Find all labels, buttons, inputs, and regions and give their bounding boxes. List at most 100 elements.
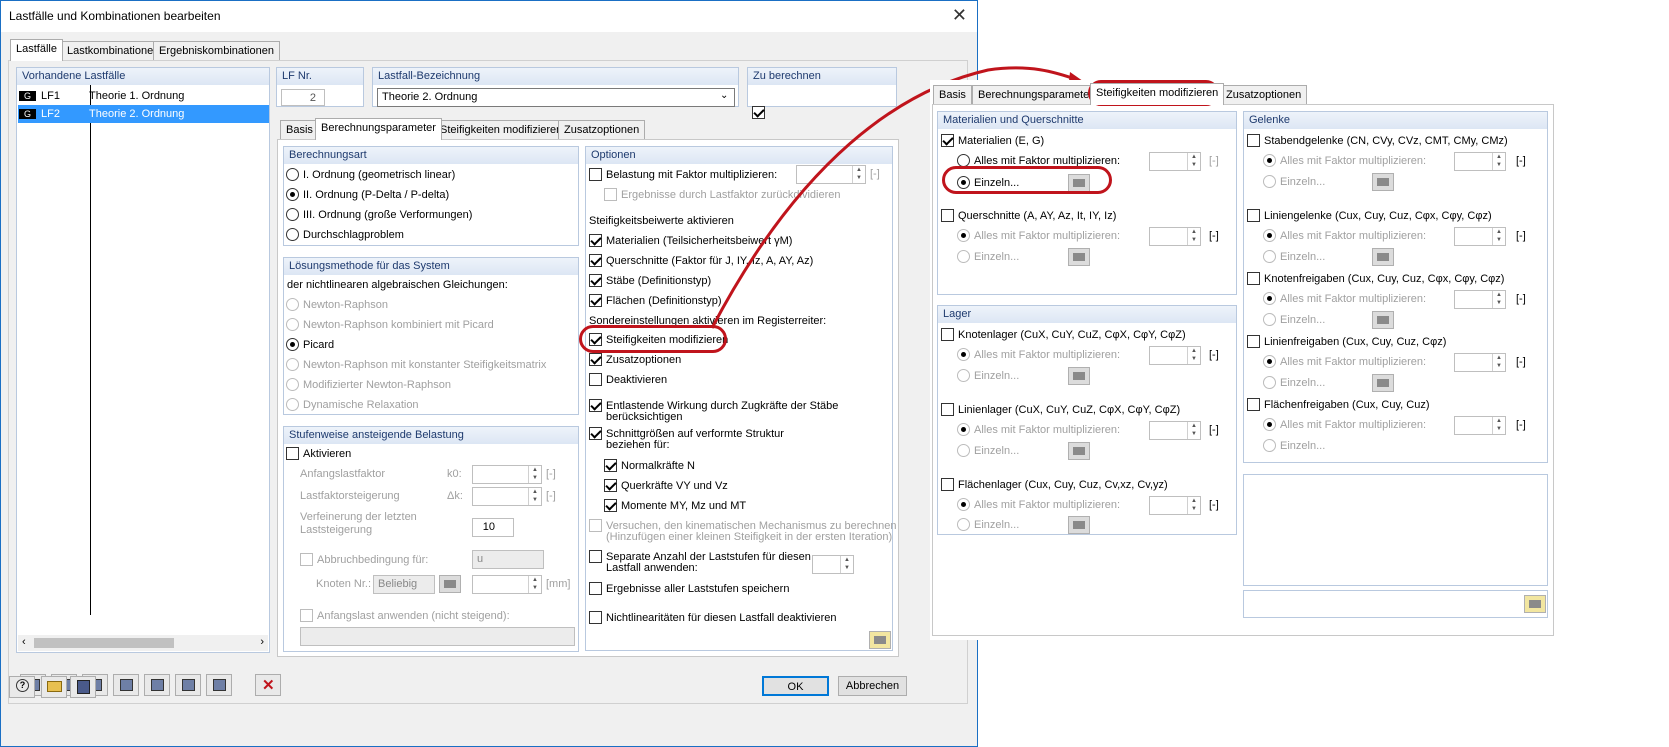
radio-button[interactable] (1263, 175, 1276, 188)
settings-button[interactable] (206, 674, 232, 696)
quer-checkbox[interactable]: Querkräfte VY und Vz (604, 479, 728, 492)
momente-checkbox[interactable]: Momente MY, Mz und MT (604, 499, 746, 512)
radio-ordnung-1[interactable]: I. Ordnung (geometrisch linear) (286, 168, 455, 181)
checkbox[interactable] (300, 553, 313, 566)
spinner-arrows-icon[interactable]: ▲ ▼ (1492, 354, 1505, 371)
radio-newton[interactable]: Newton-Raphson (286, 298, 388, 311)
save-button[interactable] (70, 676, 96, 698)
mq-qs-spinner[interactable]: ▲ ▼ (1149, 227, 1201, 246)
steig-spinner[interactable]: ▲ ▼ (472, 487, 542, 506)
mq-qs-checkbox[interactable]: Querschnitte (A, AY, Az, It, IY, Iz) (941, 209, 1116, 222)
flaechenfreigaben-einzeln-radio[interactable]: Einzeln... (1263, 439, 1325, 452)
checkbox[interactable] (604, 479, 617, 492)
knotenlager-alles-radio[interactable]: Alles mit Faktor multiplizieren: (957, 348, 1120, 361)
list-item[interactable]: G LF1 Theorie 1. Ordnung (18, 87, 268, 105)
mq-qs-alles-radio[interactable]: Alles mit Faktor multiplizieren: (957, 229, 1120, 242)
flaechenfreigaben-spinner[interactable]: ▲ ▼ (1454, 416, 1506, 435)
radio-mod-newton[interactable]: Modifizierter Newton-Raphson (286, 378, 451, 391)
checkbox[interactable] (941, 328, 954, 341)
mq-alles-spinner[interactable]: ▲ ▼ (1149, 152, 1201, 171)
spinner-arrows-icon[interactable]: ▲ ▼ (1187, 228, 1200, 245)
h-scrollbar[interactable]: ‹ › (18, 635, 268, 651)
knotenlager-spinner[interactable]: ▲ ▼ (1149, 346, 1201, 365)
anfangslast-combo[interactable] (300, 627, 575, 646)
abbruch-combo[interactable]: u (472, 550, 544, 569)
tab-lastfaelle[interactable]: Lastfälle (10, 39, 63, 61)
right-tab-berechnungsparameter[interactable]: Berechnungsparameter (972, 85, 1099, 104)
radio-button[interactable] (957, 498, 970, 511)
radio-button[interactable] (286, 318, 299, 331)
radio-button[interactable] (1263, 292, 1276, 305)
knotenlager-checkbox[interactable]: Knotenlager (CuX, CuY, CuZ, CφX, CφY, Cφ… (941, 328, 1186, 341)
right-details-button[interactable] (1524, 595, 1546, 613)
checkbox[interactable] (589, 611, 602, 624)
spinner-arrows-icon[interactable]: ▲ ▼ (1187, 497, 1200, 514)
radio-button[interactable] (1263, 418, 1276, 431)
mq-mat-checkbox[interactable]: Materialien (E, G) (941, 134, 1044, 147)
knotenlager-einzeln-radio[interactable]: Einzeln... (957, 369, 1019, 382)
checkbox[interactable] (941, 209, 954, 222)
tab-ergebniskombinationen[interactable]: Ergebniskombinationen (153, 41, 280, 60)
knoten-spinner[interactable]: ▲ ▼ (472, 575, 542, 594)
knotenfreigaben-checkbox[interactable]: Knotenfreigaben (Cux, Cuy, Cuz, Cφx, Cφy… (1247, 272, 1504, 285)
liniengelenke-checkbox[interactable]: Liniengelenke (Cux, Cuy, Cuz, Cφx, Cφy, … (1247, 209, 1492, 222)
mq-qs-einzeln-button[interactable] (1068, 248, 1090, 266)
radio-ordnung-2[interactable]: II. Ordnung (P-Delta / P-delta) (286, 188, 449, 201)
spinner-arrows-icon[interactable]: ▲ ▼ (1492, 417, 1505, 434)
spinner-arrows-icon[interactable]: ▲ ▼ (528, 576, 541, 593)
knotenfreigaben-einzeln-radio[interactable]: Einzeln... (1263, 313, 1325, 326)
knotenfreigaben-alles-radio[interactable]: Alles mit Faktor multiplizieren: (1263, 292, 1426, 305)
scroll-left-icon[interactable]: ‹ (22, 636, 26, 648)
uncheck-button[interactable] (175, 674, 201, 696)
checkbox[interactable] (300, 609, 313, 622)
anfang-spinner[interactable]: ▲ ▼ (472, 465, 542, 484)
list-item-selected[interactable]: G LF2 Theorie 2. Ordnung (18, 105, 269, 123)
erg-all-checkbox[interactable]: Ergebnisse aller Laststufen speichern (589, 582, 789, 595)
tab-basis[interactable]: Basis (280, 120, 319, 139)
abbruch-checkbox[interactable]: Abbruchbedingung für: (300, 553, 428, 566)
flaechenlager-alles-radio[interactable]: Alles mit Faktor multiplizieren: (957, 498, 1120, 511)
help-button[interactable]: ? (9, 676, 35, 698)
radio-button[interactable] (957, 369, 970, 382)
linienfreigaben-einzeln-button[interactable] (1372, 374, 1394, 392)
checkbox[interactable] (589, 373, 602, 386)
liniengelenke-alles-radio[interactable]: Alles mit Faktor multiplizieren: (1263, 229, 1426, 242)
radio-button[interactable] (1263, 154, 1276, 167)
radio-button[interactable] (286, 168, 299, 181)
checkbox[interactable] (589, 519, 602, 532)
radio-button[interactable] (1263, 250, 1276, 263)
radio-button[interactable] (1263, 439, 1276, 452)
flaechenlager-einzeln-radio[interactable]: Einzeln... (957, 518, 1019, 531)
liniengelenke-einzeln-button[interactable] (1372, 248, 1394, 266)
radio-dyn-relax[interactable]: Dynamische Relaxation (286, 398, 419, 411)
liniengelenke-einzeln-radio[interactable]: Einzeln... (1263, 250, 1325, 263)
radio-button[interactable] (957, 229, 970, 242)
stab-checkbox[interactable]: Stabendgelenke (CN, CVy, CVz, CMT, CMy, … (1247, 134, 1508, 147)
radio-newton-picard[interactable]: Newton-Raphson kombiniert mit Picard (286, 318, 494, 331)
stab-einzeln-radio[interactable]: Einzeln... (1263, 175, 1325, 188)
scroll-thumb[interactable] (34, 638, 174, 648)
sep-spinner[interactable]: ▲ ▼ (812, 555, 854, 574)
radio-button[interactable] (957, 444, 970, 457)
checkbox[interactable] (1247, 209, 1260, 222)
generate-button[interactable] (113, 674, 139, 696)
spinner-arrows-icon[interactable]: ▲ ▼ (1187, 422, 1200, 439)
radio-button[interactable] (957, 348, 970, 361)
linienlager-alles-radio[interactable]: Alles mit Faktor multiplizieren: (957, 423, 1120, 436)
spinner-arrows-icon[interactable]: ▲ ▼ (840, 556, 853, 573)
check-button[interactable] (144, 674, 170, 696)
stab-spinner[interactable]: ▲ ▼ (1454, 152, 1506, 171)
radio-button[interactable] (286, 338, 299, 351)
radio-button[interactable] (1263, 376, 1276, 389)
radio-durchschlag[interactable]: Durchschlagproblem (286, 228, 404, 241)
right-tab-basis[interactable]: Basis (933, 85, 972, 104)
radio-button[interactable] (286, 208, 299, 221)
radio-button[interactable] (286, 228, 299, 241)
radio-ordnung-3[interactable]: III. Ordnung (große Verformungen) (286, 208, 472, 221)
spinner-arrows-icon[interactable]: ▲ ▼ (1492, 153, 1505, 170)
checkbox[interactable] (1247, 134, 1260, 147)
radio-button[interactable] (1263, 313, 1276, 326)
anfangslast-checkbox[interactable]: Anfangslast anwenden (nicht steigend): (300, 609, 510, 622)
radio-button[interactable] (286, 378, 299, 391)
checkbox[interactable] (604, 459, 617, 472)
